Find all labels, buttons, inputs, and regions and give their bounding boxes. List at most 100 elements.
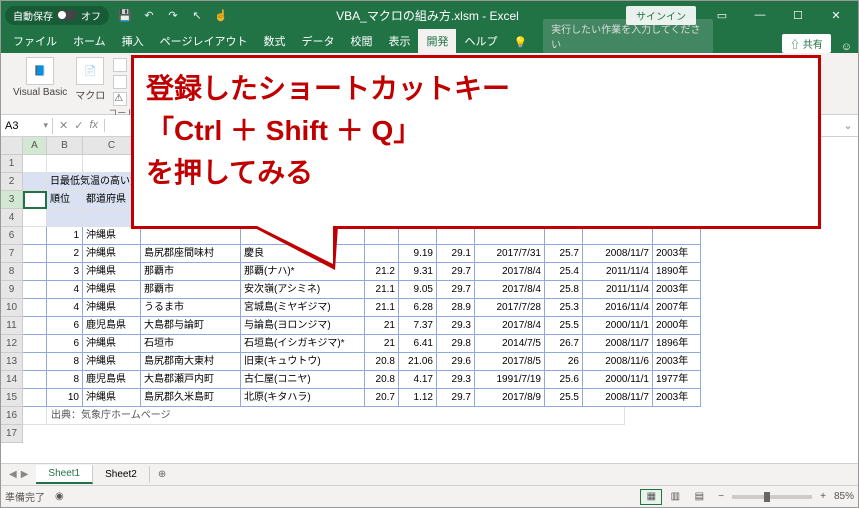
table-row[interactable]: 4沖縄県那覇市安次嶺(アシミネ)21.19.0529.72017/8/425.8…: [23, 281, 858, 299]
row-header[interactable]: 14: [1, 371, 23, 389]
redo-icon[interactable]: ↷: [165, 7, 181, 23]
table-row[interactable]: 4沖縄県うるま市宮城島(ミヤギジマ)21.16.2828.92017/7/282…: [23, 299, 858, 317]
macro-security-button[interactable]: ⚠マクロのセキュリティ: [113, 91, 230, 106]
row-header[interactable]: 4: [1, 209, 23, 227]
col-header[interactable]: J: [545, 137, 583, 155]
col-header[interactable]: I: [475, 137, 545, 155]
table-row[interactable]: 1沖縄県: [23, 227, 858, 245]
name-box[interactable]: A3 ▾: [1, 118, 53, 134]
table-row[interactable]: 10沖縄県島尻郡久米島町北原(キタハラ)20.71.1229.72017/8/9…: [23, 389, 858, 407]
touch-icon[interactable]: ☝: [213, 7, 229, 23]
active-cell[interactable]: [23, 191, 47, 209]
fx-icon[interactable]: fx: [89, 119, 98, 132]
col-header[interactable]: L: [653, 137, 701, 155]
row-header[interactable]: 3: [1, 191, 23, 209]
col-header[interactable]: F: [365, 137, 399, 155]
table-row[interactable]: 6沖縄県石垣市石垣島(イシガキジマ)*216.4129.82014/7/526.…: [23, 335, 858, 353]
row-header[interactable]: 7: [1, 245, 23, 263]
status-ready: 準備完了: [5, 489, 45, 504]
tab-formulas[interactable]: 数式: [255, 29, 293, 53]
maximize-icon[interactable]: ☐: [780, 3, 816, 27]
row-header[interactable]: 12: [1, 335, 23, 353]
table-row[interactable]: 8鹿児島県大島郡瀬戸内町古仁屋(コニヤ)20.84.1729.31991/7/1…: [23, 371, 858, 389]
tell-me-search[interactable]: 実行したい作業を入力してください: [543, 19, 713, 53]
formula-input[interactable]: [105, 124, 838, 128]
ribbon-developer: 📘 Visual Basic 📄 マクロ マクロの記録 相対参照で記録 ⚠マクロ…: [1, 53, 858, 115]
zoom-slider[interactable]: [732, 495, 812, 499]
visual-basic-button[interactable]: 📘 Visual Basic: [13, 57, 67, 106]
tab-data[interactable]: データ: [293, 29, 342, 53]
undo-icon[interactable]: ↶: [141, 7, 157, 23]
sheet-nav[interactable]: ◀▶: [1, 469, 36, 480]
page-break-view-icon[interactable]: ▤: [688, 489, 710, 505]
nav-next-icon[interactable]: ▶: [21, 469, 29, 480]
row-header[interactable]: 8: [1, 263, 23, 281]
security-icon: ⚠: [113, 92, 127, 106]
row-headers: 1 2 3 4 6 7 8 9 10 11 12 13 14 15 16 17: [1, 137, 23, 463]
nav-prev-icon[interactable]: ◀: [9, 469, 17, 480]
page-layout-view-icon[interactable]: ▥: [664, 489, 686, 505]
table-row[interactable]: 2沖縄県島尻郡座間味村慶良9.1929.12017/7/3125.72008/1…: [23, 245, 858, 263]
tab-insert[interactable]: 挿入: [114, 29, 152, 53]
row-header[interactable]: 13: [1, 353, 23, 371]
macro-label: マクロ: [75, 87, 105, 102]
tab-file[interactable]: ファイル: [5, 29, 65, 53]
auto-save-toggle[interactable]: 自動保存 オフ: [5, 6, 109, 25]
row-header[interactable]: 6: [1, 227, 23, 245]
expand-formula-icon[interactable]: ⌄: [838, 119, 858, 132]
tab-review[interactable]: 校閲: [342, 29, 380, 53]
zoom-out-icon[interactable]: −: [718, 491, 724, 502]
col-header[interactable]: B: [47, 137, 83, 155]
feedback-icon[interactable]: ☺: [841, 41, 852, 53]
col-header[interactable]: G: [399, 137, 437, 155]
source-note: 出典：気象庁ホームページ: [47, 407, 625, 425]
col-header[interactable]: E: [241, 137, 365, 155]
row-header[interactable]: 16: [1, 407, 23, 425]
worksheet-grid[interactable]: 1 2 3 4 6 7 8 9 10 11 12 13 14 15 16 17 …: [1, 137, 858, 463]
vb-icon: 📘: [26, 57, 54, 85]
relative-icon: [113, 75, 127, 89]
tab-developer[interactable]: 開発: [418, 29, 456, 53]
add-sheet-button[interactable]: ⊕: [150, 469, 174, 480]
row-header[interactable]: 1: [1, 155, 23, 173]
row-header[interactable]: 9: [1, 281, 23, 299]
close-icon[interactable]: ✕: [818, 3, 854, 27]
table-row[interactable]: 6鹿児島県大島郡与論町与論島(ヨロンジマ)217.3729.32017/8/42…: [23, 317, 858, 335]
sheet-tab-1[interactable]: Sheet1: [36, 465, 93, 484]
minimize-icon[interactable]: —: [742, 3, 778, 27]
normal-view-icon[interactable]: ▦: [640, 489, 662, 505]
row-header[interactable]: 15: [1, 389, 23, 407]
col-header[interactable]: C: [83, 137, 141, 155]
col-header[interactable]: A: [23, 137, 47, 155]
pointer-icon[interactable]: ↖: [189, 7, 205, 23]
col-header[interactable]: H: [437, 137, 475, 155]
cancel-icon[interactable]: ✕: [59, 119, 68, 132]
tab-help[interactable]: ヘルプ: [456, 29, 505, 53]
col-header[interactable]: K: [583, 137, 653, 155]
record-macro-button[interactable]: マクロの記録: [113, 57, 230, 72]
col-header[interactable]: D: [141, 137, 241, 155]
macro-record-icon[interactable]: ◉: [55, 491, 64, 502]
save-icon[interactable]: 💾: [117, 7, 133, 23]
table-row[interactable]: 8沖縄県島尻郡南大東村旧東(キュウトウ)20.821.0629.62017/8/…: [23, 353, 858, 371]
tab-page-layout[interactable]: ページレイアウト: [152, 29, 256, 53]
col-pref: 都道府県: [83, 191, 141, 209]
toggle-icon: [57, 10, 77, 20]
row-header[interactable]: 11: [1, 317, 23, 335]
cells-area[interactable]: 日最低気温の高い方から 順位都道府県 1沖縄県2沖縄県島尻郡座間味村慶良9.19…: [23, 155, 858, 425]
select-all-corner[interactable]: [1, 137, 23, 155]
tab-view[interactable]: 表示: [380, 29, 418, 53]
share-button[interactable]: ⇧ 共有: [782, 34, 831, 53]
tab-home[interactable]: ホーム: [65, 29, 114, 53]
sheet-tab-2[interactable]: Sheet2: [93, 466, 150, 483]
row-header[interactable]: 17: [1, 425, 23, 443]
table-row[interactable]: 3沖縄県那覇市那覇(ナハ)*21.29.3129.72017/8/425.420…: [23, 263, 858, 281]
row-header[interactable]: 10: [1, 299, 23, 317]
relative-ref-button[interactable]: 相対参照で記録: [113, 74, 230, 89]
macros-button[interactable]: 📄 マクロ: [75, 57, 105, 106]
zoom-in-icon[interactable]: +: [820, 491, 826, 502]
enter-icon[interactable]: ✓: [74, 119, 83, 132]
sheet-tabs-bar: ◀▶ Sheet1 Sheet2 ⊕: [1, 463, 858, 485]
row-header[interactable]: 2: [1, 173, 23, 191]
zoom-level[interactable]: 85%: [834, 491, 854, 502]
